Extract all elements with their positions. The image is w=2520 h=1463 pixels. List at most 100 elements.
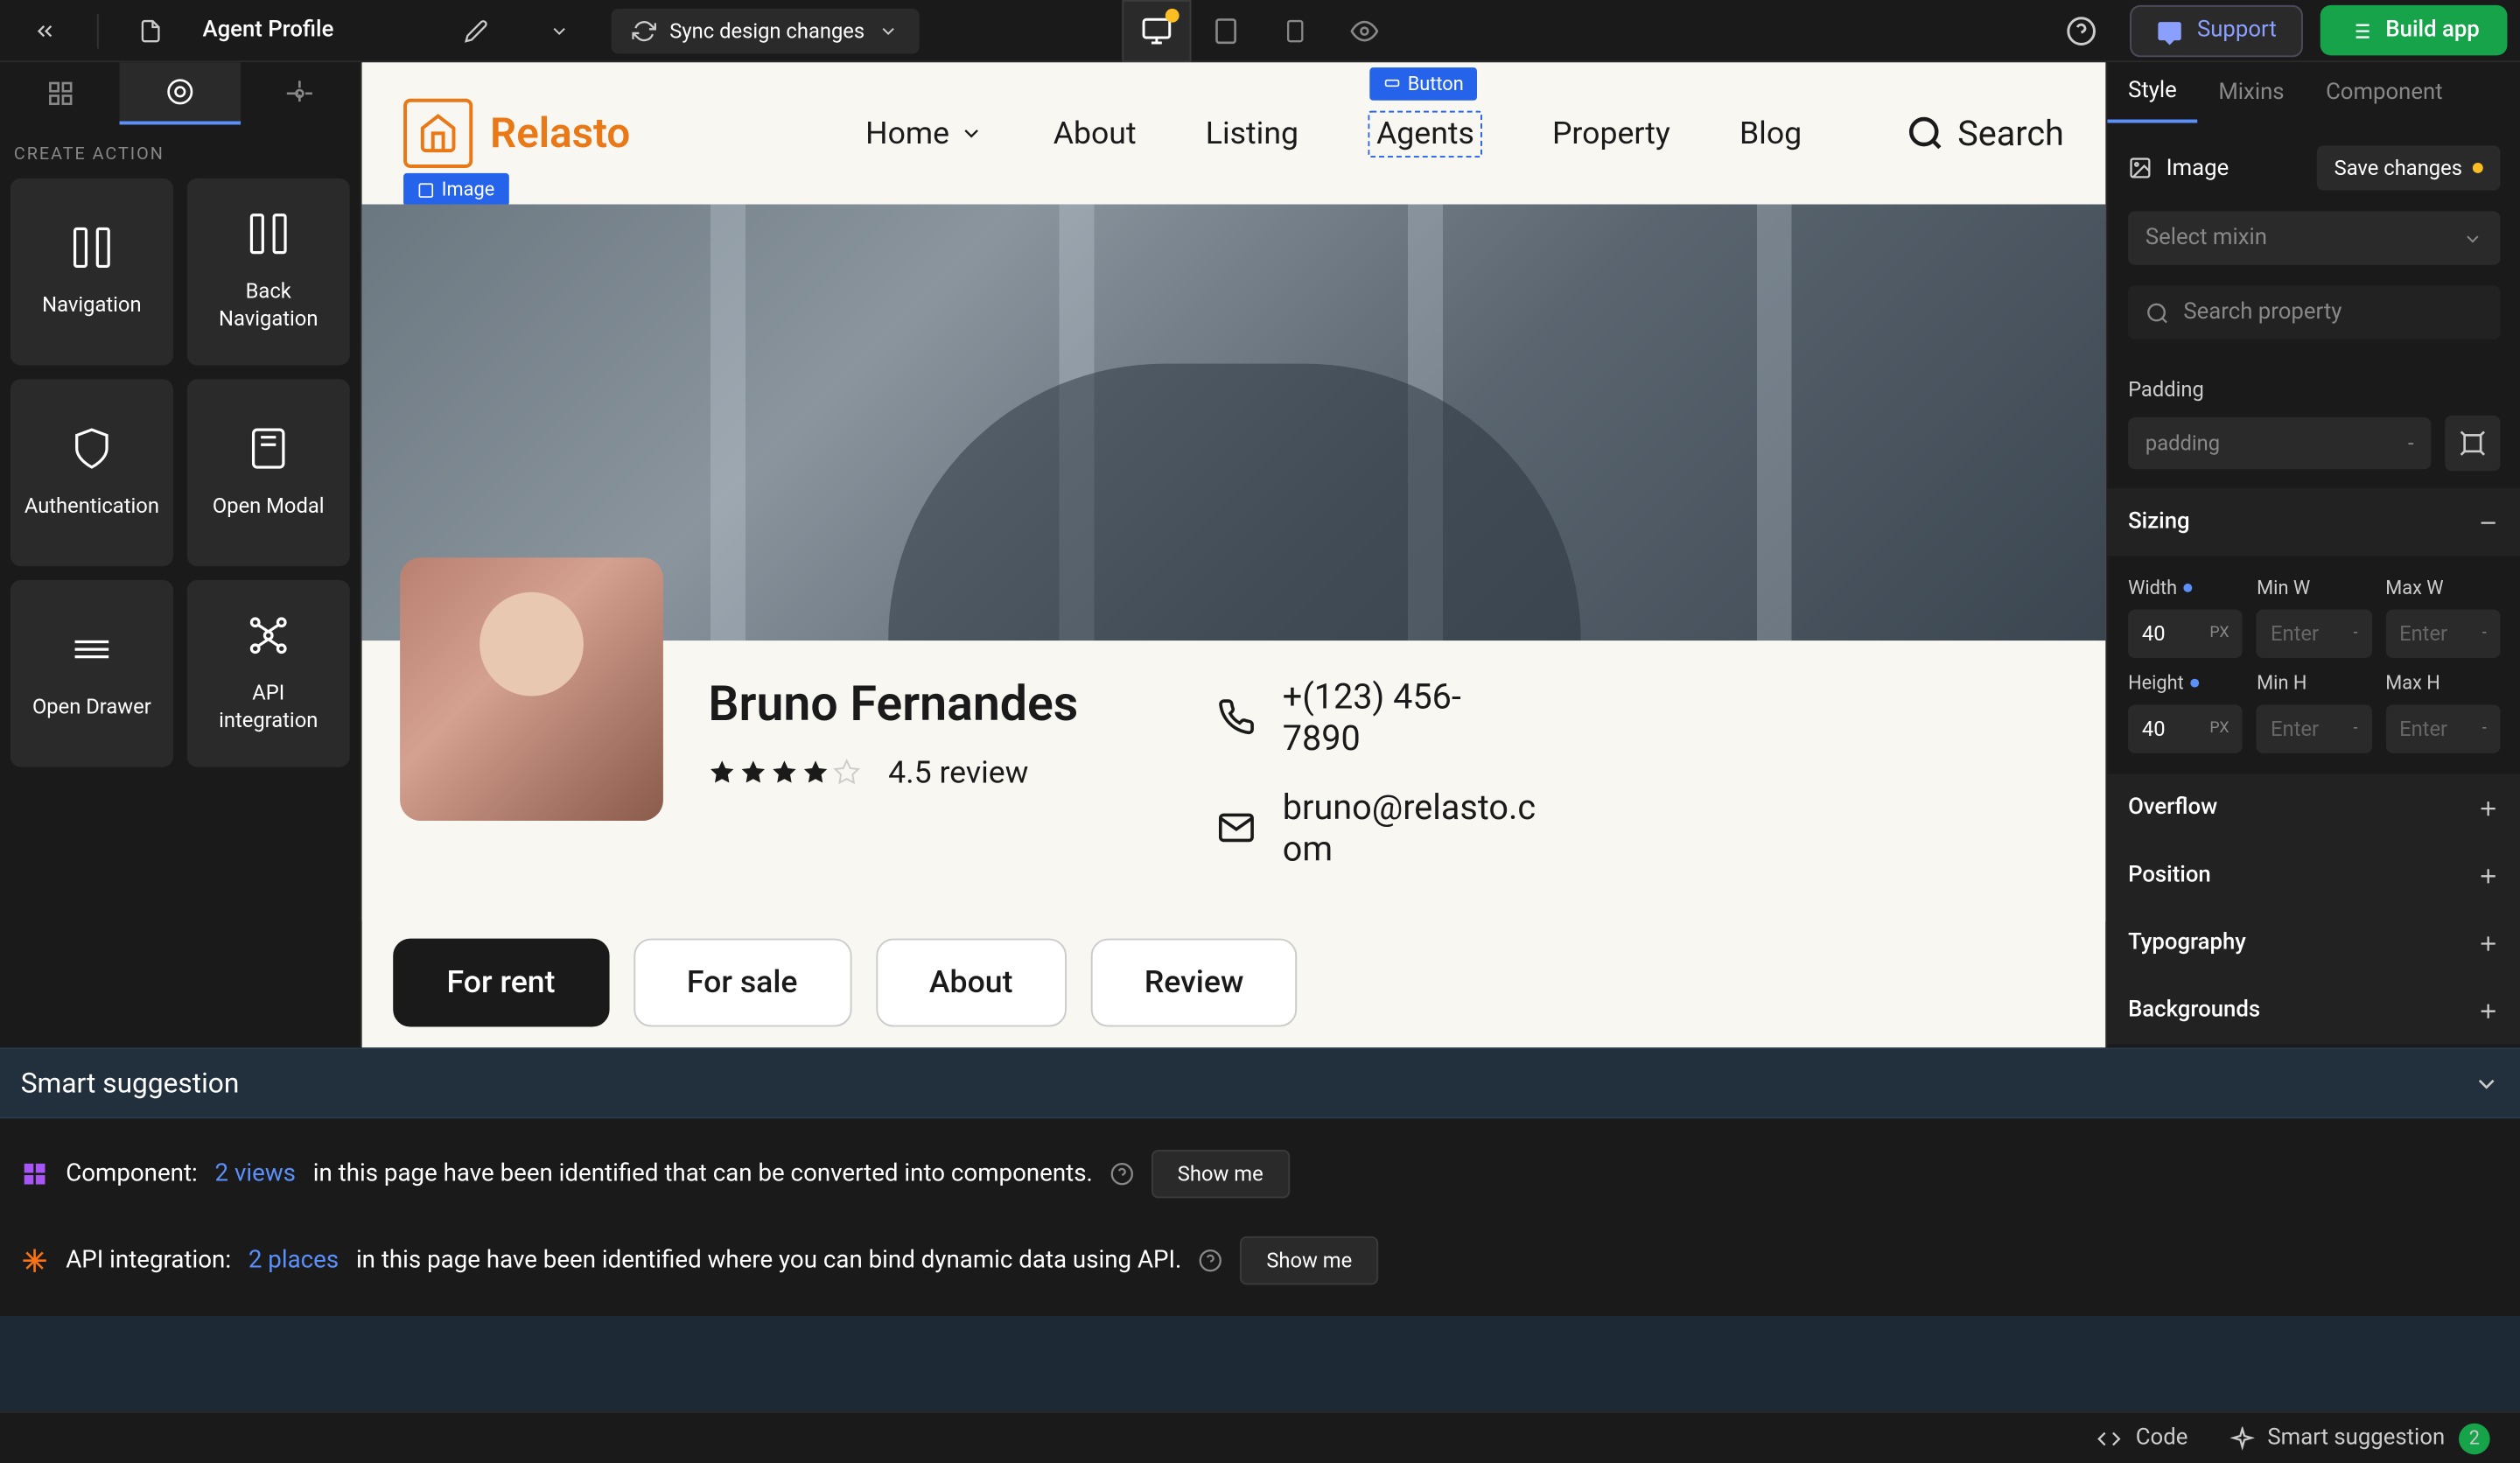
help-button[interactable] (2050, 0, 2112, 61)
overflow-section-header[interactable]: Overflow (2107, 774, 2520, 842)
select-mixin-dropdown[interactable]: Select mixin (2128, 211, 2500, 264)
agent-avatar[interactable] (400, 557, 663, 821)
action-navigation[interactable]: Navigation (10, 178, 173, 366)
build-app-button[interactable]: Build app (2320, 5, 2507, 55)
sparkle-icon (2230, 1426, 2254, 1451)
action-open-modal[interactable]: Open Modal (187, 379, 350, 566)
build-label: Build app (2385, 18, 2479, 44)
code-label: Code (2136, 1425, 2188, 1452)
phone-row: +(123) 456-7890 (1217, 676, 1543, 759)
max-h-label: Max H (2385, 672, 2500, 695)
device-mobile-button[interactable] (1261, 0, 1330, 61)
save-changes-button[interactable]: Save changes (2317, 145, 2501, 190)
smart-suggestion-panel: Smart suggestion Component: 2 views in t… (0, 1047, 2520, 1411)
chevron-down-icon (2462, 228, 2483, 248)
nav-agents[interactable]: Agents Button (1368, 110, 1483, 157)
email-row: bruno@relasto.com (1217, 786, 1543, 869)
min-h-input[interactable]: Enter- (2257, 704, 2371, 752)
width-label: Width (2128, 577, 2243, 599)
star-icon (771, 759, 799, 787)
smart-label: Smart suggestion (2267, 1425, 2445, 1452)
padding-input[interactable]: padding - (2128, 417, 2431, 469)
search-icon (2146, 300, 2170, 325)
preview-eye-button[interactable] (1330, 0, 1399, 61)
show-me-component-button[interactable]: Show me (1152, 1150, 1289, 1198)
tab-review[interactable]: Review (1091, 939, 1298, 1027)
rating-stars (708, 759, 860, 787)
canvas[interactable]: Relasto Image Home About Listing Agents (362, 62, 2106, 1047)
max-w-input[interactable]: Enter- (2385, 610, 2500, 658)
nav-property[interactable]: Property (1552, 110, 1670, 157)
edit-button[interactable] (444, 0, 507, 61)
profile-tabs: For rent For sale About Review (362, 921, 2106, 1027)
component-icon (21, 1160, 49, 1188)
chevron-down-icon[interactable] (2473, 1069, 2501, 1097)
overflow-label: Overflow (2128, 794, 2217, 821)
header-search[interactable]: Search (1906, 113, 2064, 154)
image-selection-badge: Image (403, 173, 508, 206)
action-api-integration-label: API integration (201, 682, 336, 736)
profile-section: Bruno Fernandes 4.5 review (362, 640, 2106, 921)
action-api-integration[interactable]: API integration (187, 580, 350, 767)
element-type-label: Image (2166, 155, 2230, 181)
api-icon (21, 1247, 49, 1275)
nav-home[interactable]: Home (865, 110, 984, 157)
plus-icon (2476, 998, 2501, 1023)
position-section-header[interactable]: Position (2107, 842, 2520, 909)
action-open-drawer[interactable]: Open Drawer (10, 580, 173, 767)
sync-button[interactable]: Sync design changes (611, 8, 920, 52)
help-icon[interactable] (1199, 1249, 1223, 1273)
smart-suggestion-toggle[interactable]: Smart suggestion 2 (2230, 1423, 2490, 1454)
left-tab-actions[interactable] (120, 62, 240, 124)
nav-blog[interactable]: Blog (1740, 110, 1802, 157)
right-tab-mixins[interactable]: Mixins (2198, 62, 2306, 122)
brand-name[interactable]: Relasto (490, 109, 630, 158)
action-back-navigation[interactable]: Back Navigation (187, 178, 350, 366)
help-icon[interactable] (1110, 1162, 1135, 1186)
height-input[interactable]: 40PX (2128, 704, 2243, 752)
tab-about[interactable]: About (876, 939, 1067, 1027)
back-button[interactable] (14, 0, 76, 61)
device-desktop-button[interactable] (1122, 0, 1191, 61)
nav-about[interactable]: About (1054, 110, 1137, 157)
smart-component-row: Component: 2 views in this page have bee… (21, 1150, 2501, 1198)
file-icon (120, 0, 182, 61)
padding-expand-button[interactable] (2445, 416, 2500, 471)
backgrounds-section-header[interactable]: Backgrounds (2107, 976, 2520, 1044)
left-tab-tree[interactable] (0, 62, 120, 124)
nav-listing[interactable]: Listing (1206, 110, 1298, 157)
right-tab-component[interactable]: Component (2305, 62, 2463, 122)
right-panel: Style Mixins Component Image Save change… (2105, 62, 2520, 1047)
typography-section-header[interactable]: Typography (2107, 909, 2520, 976)
tab-for-sale[interactable]: For sale (634, 939, 851, 1027)
search-property-input[interactable]: Search property (2128, 286, 2500, 340)
tab-for-rent[interactable]: For rent (393, 939, 609, 1027)
smart-suggestion-header[interactable]: Smart suggestion (0, 1049, 2520, 1118)
min-w-input[interactable]: Enter- (2257, 610, 2371, 658)
save-label: Save changes (2334, 156, 2462, 180)
action-open-modal-label: Open Modal (213, 494, 325, 521)
position-label: Position (2128, 862, 2211, 888)
star-icon (708, 759, 736, 787)
left-tab-settings[interactable] (240, 62, 360, 124)
code-button[interactable]: Code (2097, 1425, 2188, 1452)
page-title: Agent Profile (203, 18, 334, 44)
topbar: Agent Profile Sync design changes (0, 0, 2520, 62)
brand-logo-icon[interactable] (403, 99, 472, 168)
action-authentication[interactable]: Authentication (10, 379, 173, 566)
dropdown-button[interactable] (528, 0, 590, 61)
api-text: in this page have been identified where … (356, 1247, 1181, 1275)
max-w-label: Max W (2385, 577, 2500, 599)
show-me-api-button[interactable]: Show me (1241, 1236, 1378, 1284)
sync-label: Sync design changes (669, 18, 864, 43)
support-button[interactable]: Support (2130, 4, 2303, 56)
max-h-input[interactable]: Enter- (2385, 704, 2500, 752)
sizing-section-header[interactable]: Sizing (2107, 488, 2520, 556)
review-text: 4.5 review (888, 754, 1028, 791)
right-tab-style[interactable]: Style (2107, 62, 2197, 122)
device-active-indicator (1166, 8, 1180, 22)
width-input[interactable]: 40PX (2128, 610, 2243, 658)
component-text: in this page have been identified that c… (313, 1160, 1093, 1188)
device-tablet-button[interactable] (1191, 0, 1260, 61)
smart-api-row: API integration: 2 places in this page h… (21, 1236, 2501, 1284)
